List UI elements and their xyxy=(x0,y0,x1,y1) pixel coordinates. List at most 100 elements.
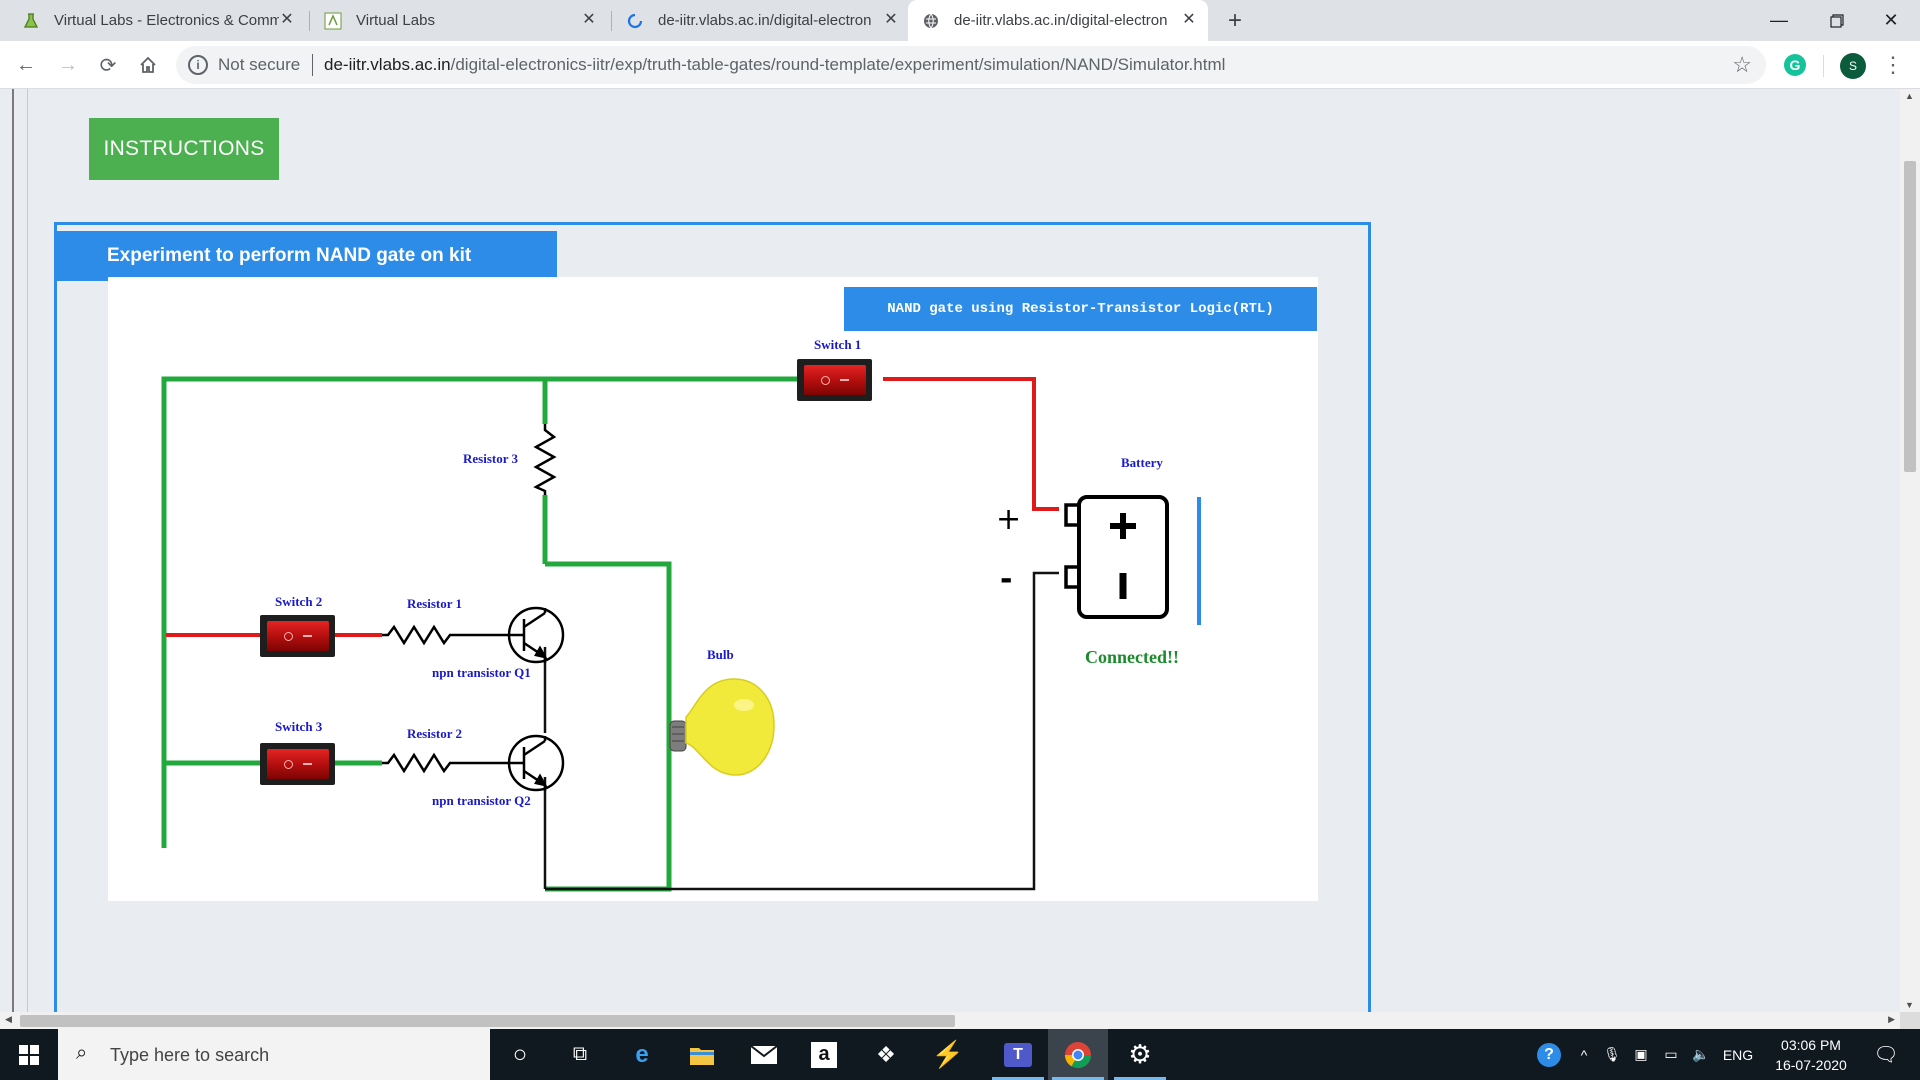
connection-status: Connected!! xyxy=(1085,647,1179,667)
cortana-icon[interactable]: ○ xyxy=(490,1029,550,1080)
search-icon: ⌕ xyxy=(76,1042,88,1064)
battery-minus-sign: - xyxy=(1000,562,1013,597)
sway-icon[interactable]: ⚡ xyxy=(918,1029,978,1080)
scroll-down-icon[interactable]: ▼ xyxy=(1905,1000,1914,1010)
new-tab-icon[interactable]: + xyxy=(1222,8,1248,34)
black-wires xyxy=(543,571,1059,891)
microphone-icon[interactable]: 🎙 xyxy=(1600,1029,1624,1080)
browser-tab-2[interactable]: Virtual Labs ✕ xyxy=(310,0,608,41)
info-icon[interactable]: i xyxy=(188,55,208,75)
switch-3-label: Switch 3 xyxy=(275,719,323,734)
edge-icon[interactable]: e xyxy=(612,1029,672,1080)
q1-label: npn transistor Q1 xyxy=(432,665,531,680)
settings-gear-icon[interactable]: ⚙ xyxy=(1110,1029,1170,1080)
home-icon[interactable] xyxy=(132,49,164,81)
loading-spinner-icon xyxy=(626,12,644,30)
tab-title: de-iitr.vlabs.ac.in/digital-electron xyxy=(658,12,872,29)
close-tab-icon[interactable]: ✕ xyxy=(1180,11,1198,29)
simulator-canvas: NAND gate using Resistor-Transistor Logi… xyxy=(108,277,1318,901)
taskbar-search[interactable]: ⌕ Type here to search xyxy=(58,1029,490,1080)
battery-positive-wire xyxy=(883,377,1059,511)
resistor-1-label: Resistor 1 xyxy=(407,596,463,611)
close-tab-icon[interactable]: ✕ xyxy=(580,11,598,29)
scroll-up-icon[interactable]: ▲ xyxy=(1905,91,1914,101)
menu-dots-icon[interactable]: ⋮ xyxy=(1882,51,1904,79)
horizontal-scrollbar[interactable]: ◀ ▶ xyxy=(0,1012,1900,1029)
q1-top-wire xyxy=(545,561,672,892)
forward-icon[interactable]: → xyxy=(52,49,84,81)
url-text[interactable]: de-iitr.vlabs.ac.in/digital-electronics-… xyxy=(324,55,1225,75)
chevron-up-icon[interactable]: ^ xyxy=(1574,1029,1594,1080)
q2-label: npn transistor Q2 xyxy=(432,793,531,808)
rocker xyxy=(803,365,866,395)
minimize-icon[interactable]: — xyxy=(1750,0,1808,41)
reload-icon[interactable]: ⟳ xyxy=(92,49,124,81)
network-icon[interactable]: ▣ xyxy=(1628,1029,1654,1080)
rocker xyxy=(266,621,329,651)
close-tab-icon[interactable]: ✕ xyxy=(882,11,900,29)
back-icon[interactable]: ← xyxy=(10,49,42,81)
profile-avatar[interactable]: S xyxy=(1840,53,1866,79)
clock-time: 03:06 PM xyxy=(1781,1037,1841,1053)
resistor-1 xyxy=(382,624,492,646)
instructions-button[interactable]: INSTRUCTIONS xyxy=(89,118,279,180)
page-viewport: INSTRUCTIONS Experiment to perform NAND … xyxy=(0,89,1920,1012)
task-view-icon[interactable]: ⧉ xyxy=(550,1029,610,1080)
browser-toolbar: ← → ⟳ i Not secure de-iitr.vlabs.ac.in/d… xyxy=(0,41,1920,89)
left-border xyxy=(27,89,28,1012)
left-border xyxy=(12,89,14,1012)
dropbox-icon[interactable]: ❖ xyxy=(856,1029,916,1080)
security-label: Not secure xyxy=(218,55,301,74)
teams-icon[interactable]: T xyxy=(988,1029,1048,1080)
scroll-left-icon[interactable]: ◀ xyxy=(5,1014,12,1025)
url-host: de-iitr.vlabs.ac.in xyxy=(324,55,451,74)
divider xyxy=(1823,55,1824,77)
system-clock[interactable]: 03:06 PM 16-07-2020 xyxy=(1768,1035,1854,1075)
battery-status-icon[interactable]: ▭ xyxy=(1658,1029,1684,1080)
amazon-icon[interactable]: a xyxy=(794,1029,854,1080)
file-explorer-icon[interactable] xyxy=(672,1029,732,1080)
rocker xyxy=(266,749,329,779)
tab-title: Virtual Labs - Electronics & Comm xyxy=(54,12,279,29)
switch-2-toggle[interactable] xyxy=(260,615,335,657)
bulb-icon xyxy=(669,678,775,776)
flask-icon xyxy=(22,12,40,30)
bulb-label: Bulb xyxy=(707,647,734,662)
resistor-2 xyxy=(382,752,492,774)
battery-icon xyxy=(1064,495,1201,625)
close-tab-icon[interactable]: ✕ xyxy=(278,11,296,29)
switch-1-toggle[interactable] xyxy=(797,359,872,401)
ground-wire xyxy=(545,571,1059,891)
tab-title: de-iitr.vlabs.ac.in/digital-electron xyxy=(954,12,1168,29)
circuit-diagram xyxy=(161,376,1201,892)
clock-date: 16-07-2020 xyxy=(1775,1057,1847,1073)
volume-icon[interactable]: 🔈 xyxy=(1688,1029,1714,1080)
restore-icon[interactable] xyxy=(1808,0,1866,41)
browser-tab-1[interactable]: Virtual Labs - Electronics & Comm ✕ xyxy=(8,0,306,41)
scroll-corner xyxy=(1900,1012,1920,1029)
globe-icon xyxy=(922,12,940,30)
language-indicator[interactable]: ENG xyxy=(1718,1029,1758,1080)
chrome-icon[interactable] xyxy=(1048,1029,1108,1080)
vertical-scrollbar[interactable]: ▲ ▼ xyxy=(1900,89,1920,1012)
switch-1-label: Switch 1 xyxy=(814,337,862,352)
grammarly-extension-icon[interactable]: G xyxy=(1784,54,1806,76)
browser-tab-3[interactable]: de-iitr.vlabs.ac.in/digital-electron ✕ xyxy=(612,0,910,41)
browser-tab-4-active[interactable]: de-iitr.vlabs.ac.in/digital-electron ✕ xyxy=(908,0,1208,41)
scroll-thumb[interactable] xyxy=(1904,161,1916,472)
windows-start-icon[interactable] xyxy=(0,1029,58,1080)
tab-strip: Virtual Labs - Electronics & Comm ✕ Virt… xyxy=(0,0,1920,41)
scroll-thumb[interactable] xyxy=(20,1015,955,1027)
switch-3-toggle[interactable] xyxy=(260,743,335,785)
close-window-icon[interactable]: ✕ xyxy=(1862,0,1920,41)
resistor-3 xyxy=(533,424,557,495)
windows-taskbar: ⌕ Type here to search ○ ⧉ e a ❖ ⚡ T ⚙ ? … xyxy=(0,1029,1920,1080)
address-bar[interactable]: i Not secure de-iitr.vlabs.ac.in/digital… xyxy=(176,46,1766,84)
help-icon[interactable]: ? xyxy=(1534,1029,1564,1080)
tab-title: Virtual Labs xyxy=(356,12,435,29)
npn-transistor-q2 xyxy=(492,734,565,792)
notifications-icon[interactable]: 🗨 xyxy=(1866,1029,1906,1080)
mail-icon[interactable] xyxy=(734,1029,794,1080)
scroll-right-icon[interactable]: ▶ xyxy=(1888,1014,1895,1025)
bookmark-star-icon[interactable]: ☆ xyxy=(1732,52,1752,78)
